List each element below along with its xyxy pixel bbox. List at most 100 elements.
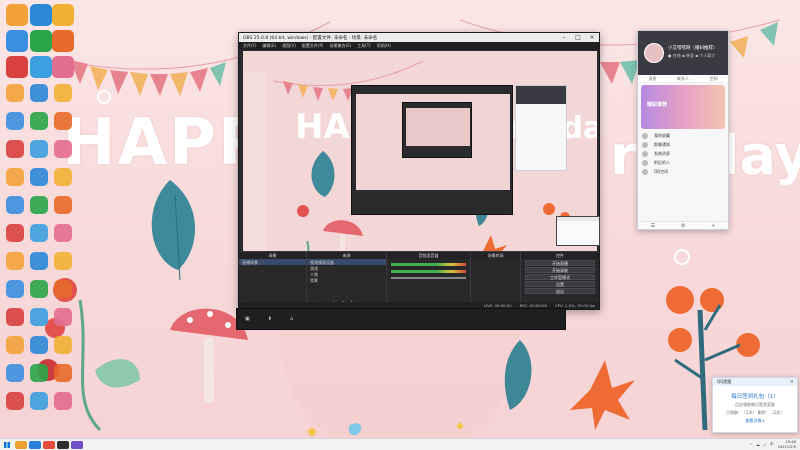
desktop-icon[interactable]: [30, 252, 48, 270]
list-item[interactable]: 我的收藏: [638, 131, 728, 140]
scene-item[interactable]: 直播场景: [239, 259, 306, 265]
taskbar-clock[interactable]: 19:48 2021/12/5: [778, 440, 796, 449]
desktop-icon[interactable]: [30, 224, 48, 242]
minimize-icon[interactable]: –: [557, 33, 571, 42]
taskbar-app-button[interactable]: [57, 440, 69, 449]
desktop-icon[interactable]: [30, 280, 48, 298]
popup-titlebar[interactable]: [557, 217, 599, 221]
ime-indicator[interactable]: 中: [770, 442, 774, 447]
desktop-icon[interactable]: [30, 4, 52, 26]
desktop-icon[interactable]: [30, 392, 48, 410]
menu-icon[interactable]: ☰: [651, 223, 655, 229]
upload-icon[interactable]: ⬆: [268, 316, 272, 322]
source-item[interactable]: 背景: [307, 277, 386, 283]
small-popup-window[interactable]: [556, 216, 600, 246]
desktop-icon[interactable]: [54, 140, 72, 158]
obs-window[interactable]: OBS 25.0.8 (64 bit, windows) - 配置文件: 未命名…: [238, 32, 600, 310]
desktop-icon[interactable]: [30, 336, 48, 354]
desktop-icon[interactable]: [6, 140, 24, 158]
desktop-icon[interactable]: [30, 112, 48, 130]
desktop-icon[interactable]: [54, 392, 72, 410]
home-icon[interactable]: ⌂: [290, 316, 293, 322]
desktop-icon[interactable]: [30, 56, 52, 78]
close-icon[interactable]: ×: [585, 33, 599, 42]
desktop-icon[interactable]: [30, 364, 48, 382]
toast-title[interactable]: 每日签到礼包（1）: [713, 392, 797, 400]
start-recording-button[interactable]: 开始录制: [525, 267, 595, 273]
desktop-icon[interactable]: [30, 140, 48, 158]
menu-item[interactable]: 视图(V): [282, 43, 296, 49]
add-icon[interactable]: +: [711, 223, 715, 229]
studio-mode-button[interactable]: 工作室模式: [525, 274, 595, 280]
qq-banner[interactable]: 精彩推荐: [641, 85, 725, 129]
tab-messages[interactable]: 消息: [648, 76, 656, 82]
volume-icon[interactable]: ♪: [764, 443, 766, 447]
desktop-icon[interactable]: [6, 30, 28, 52]
desktop-icon[interactable]: [54, 196, 72, 214]
menu-item[interactable]: 文件(F): [243, 43, 256, 49]
desktop-icon[interactable]: [6, 196, 24, 214]
desktop-icon[interactable]: [6, 308, 24, 326]
desktop-icon[interactable]: [30, 308, 48, 326]
desktop-icon[interactable]: [54, 336, 72, 354]
menu-item[interactable]: 配置文件(P): [302, 43, 324, 49]
toast-link[interactable]: 查看详情 ▸: [713, 418, 797, 424]
list-item[interactable]: 附近的人: [638, 158, 728, 167]
desktop-icon[interactable]: [30, 168, 48, 186]
desktop-icon[interactable]: [54, 308, 72, 326]
list-item[interactable]: 系统消息: [638, 149, 728, 158]
desktop-icon[interactable]: [54, 224, 72, 242]
maximize-icon[interactable]: □: [571, 33, 585, 42]
taskbar-app-button[interactable]: [43, 440, 55, 449]
start-streaming-button[interactable]: 开始直播: [525, 260, 595, 266]
settings-button[interactable]: 设置: [525, 281, 595, 287]
tab-contacts[interactable]: 联系人: [677, 76, 689, 82]
exit-button[interactable]: 退出: [525, 288, 595, 294]
tab-space[interactable]: 空间: [710, 76, 718, 82]
desktop-icon[interactable]: [52, 30, 74, 52]
avatar[interactable]: [644, 43, 664, 63]
desktop-icon[interactable]: [54, 112, 72, 130]
desktop-icon[interactable]: [6, 252, 24, 270]
taskbar-app-button[interactable]: [71, 440, 83, 449]
cloud-icon[interactable]: ☁: [756, 443, 760, 447]
menu-item[interactable]: 编辑(E): [262, 43, 276, 49]
desktop-icon[interactable]: [30, 196, 48, 214]
taskbar-app-button[interactable]: [15, 440, 27, 449]
desktop-icon[interactable]: [54, 168, 72, 186]
desktop-icon[interactable]: [54, 364, 72, 382]
desktop-icon[interactable]: [52, 56, 74, 78]
desktop-icon[interactable]: [30, 84, 48, 102]
desktop-icon[interactable]: [30, 30, 52, 52]
close-icon[interactable]: ×: [790, 378, 794, 386]
desktop-icon[interactable]: [6, 364, 24, 382]
screen-icon[interactable]: ▣: [245, 316, 250, 322]
desktop-icon[interactable]: [54, 252, 72, 270]
qq-window[interactable]: 小艾嗒嗒呀（播妇推荐） ● 在线 ▪ 单身 ▪ 个人简介 消息 联系人 空间 精…: [637, 30, 729, 230]
start-button[interactable]: [0, 439, 14, 450]
desktop-icon[interactable]: [6, 392, 24, 410]
menu-item[interactable]: 工具(T): [357, 43, 371, 49]
desktop-icon[interactable]: [6, 280, 24, 298]
desktop-icon[interactable]: [52, 4, 74, 26]
desktop-icon[interactable]: [6, 224, 24, 242]
volume-slider[interactable]: [391, 277, 466, 279]
desktop-icon[interactable]: [6, 4, 28, 26]
obs-titlebar[interactable]: OBS 25.0.8 (64 bit, windows) - 配置文件: 未命名…: [239, 33, 599, 42]
obs-preview-canvas[interactable]: HAPPY rthday: [243, 51, 597, 281]
desktop-icon[interactable]: [54, 84, 72, 102]
desktop-icon[interactable]: [6, 168, 24, 186]
taskbar-app-button[interactable]: [29, 440, 41, 449]
notification-toast[interactable]: QQ提醒 × 每日签到礼包（1） 点击领取每日签到奖励 已领取：（1次） 剩余：…: [712, 377, 798, 433]
desktop-icon[interactable]: [6, 84, 24, 102]
desktop-icon[interactable]: [6, 112, 24, 130]
desktop-icon[interactable]: [54, 280, 72, 298]
desktop-icon[interactable]: [6, 56, 28, 78]
menu-item[interactable]: 帮助(H): [377, 43, 391, 49]
desktop-icon[interactable]: [6, 336, 24, 354]
chevron-up-icon[interactable]: ^: [749, 443, 752, 447]
gear-icon[interactable]: ⚙: [681, 223, 685, 229]
menu-item[interactable]: 场景集合(S): [329, 43, 351, 49]
list-item[interactable]: 群聊通知: [638, 140, 728, 149]
list-item[interactable]: QQ空间: [638, 167, 728, 176]
